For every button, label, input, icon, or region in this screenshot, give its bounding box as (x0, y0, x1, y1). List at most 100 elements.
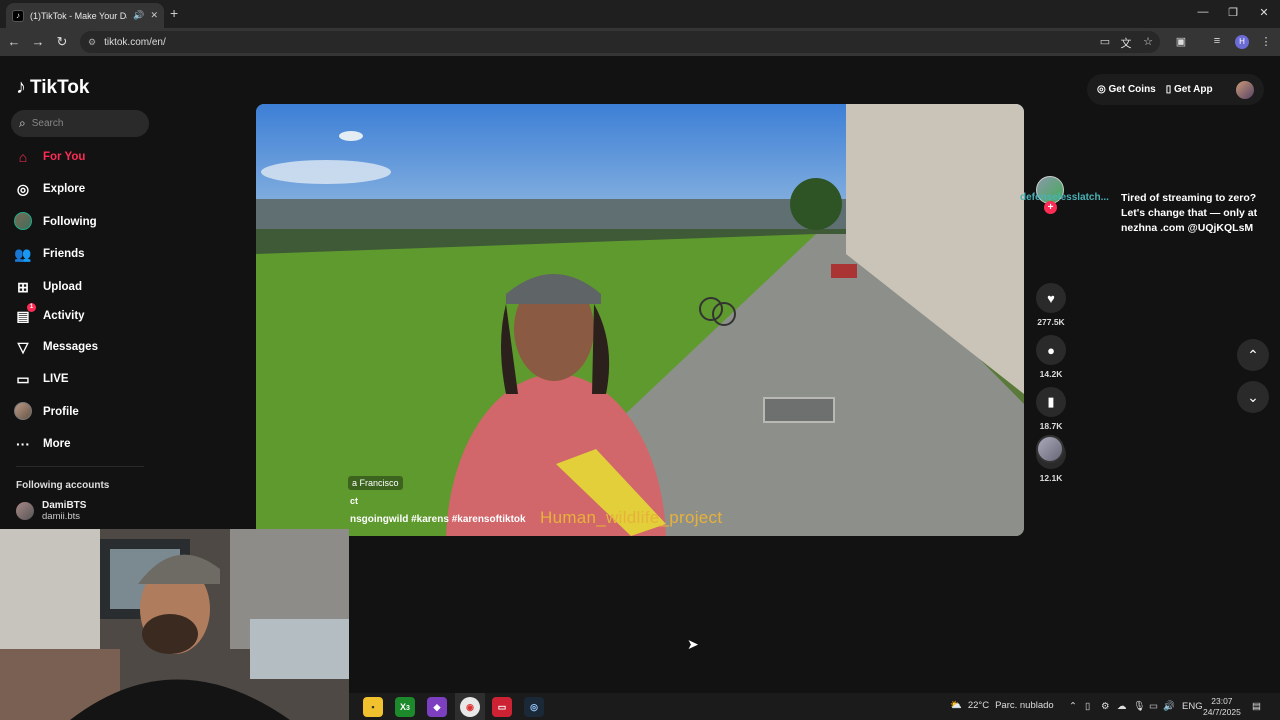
reload-icon[interactable]: ↻ (54, 34, 70, 50)
calendar-app-icon[interactable]: ▭ (492, 697, 512, 717)
app-icon[interactable]: ◆ (427, 697, 447, 717)
sidebar-item-more[interactable]: ··· More (14, 433, 154, 455)
get-app-button[interactable]: ▯ Get App (1166, 84, 1213, 95)
more-icon: ··· (16, 436, 30, 452)
following-account-item[interactable]: DamiBTS damii.bts (16, 500, 86, 522)
user-avatar[interactable] (1236, 80, 1254, 99)
back-icon[interactable]: ← (6, 34, 22, 49)
cloud-icon[interactable]: ☁ (1117, 701, 1127, 712)
search-icon: ⌕ (19, 116, 26, 130)
weather-widget[interactable]: ⛅ 22°C Parc. nublado (950, 700, 1054, 711)
save-count: 18.7K (1039, 421, 1063, 431)
browser-tab[interactable]: ♪ (1)TikTok - Make Your Day 🔊 ✕ (6, 3, 164, 28)
audio-icon[interactable]: 🔊 (133, 10, 144, 21)
save-action[interactable]: ▮ 18.7K (1036, 387, 1066, 431)
extensions-icon[interactable]: ▣ (1174, 35, 1188, 48)
network-icon[interactable]: ▭ (1149, 701, 1158, 712)
webcam-overlay (0, 529, 349, 720)
sidebar-item-explore[interactable]: ◎ Explore (14, 178, 154, 200)
minimize-button[interactable]: — (1188, 6, 1218, 18)
comment-count: 14.2K (1039, 369, 1063, 379)
sidebar-item-following[interactable]: Following (14, 211, 154, 233)
video-overlay-text: Human_wildlife_project (540, 508, 723, 527)
heart-icon[interactable]: ♥ (1036, 283, 1066, 313)
home-icon: ⌂ (18, 149, 28, 165)
webcam-frame (0, 529, 349, 720)
tray-app-icon[interactable]: ▯ (1085, 701, 1090, 712)
tiktok-logo[interactable]: ♪ TikTok (16, 76, 89, 99)
following-accounts-title: Following accounts (16, 480, 110, 491)
sticky-notes-icon[interactable]: ▪ (363, 697, 383, 717)
microphone-icon[interactable]: 🎙 (1133, 701, 1145, 712)
bookmark-star-icon[interactable]: ☆ (1141, 35, 1155, 48)
menu-icon[interactable]: ⋮ (1259, 35, 1273, 48)
video-player[interactable] (256, 104, 1024, 536)
next-video-button[interactable]: ⌄ (1237, 381, 1269, 413)
sidebar-item-profile[interactable]: Profile (14, 401, 154, 423)
previous-video-button[interactable]: ⌃ (1237, 339, 1269, 371)
close-window-button[interactable]: ✕ (1249, 6, 1279, 19)
promo-text: Tired of streaming to zero? Let's change… (1121, 192, 1258, 234)
sidebar-item-activity[interactable]: ▤ 1 Activity (14, 302, 154, 327)
sidebar-item-messages[interactable]: ▽ Messages (14, 336, 154, 358)
activity-badge: 1 (27, 302, 36, 312)
sidebar-divider (16, 466, 144, 467)
header-actions: ◎ Get Coins ▯ Get App (1087, 74, 1264, 105)
steam-icon[interactable]: ◎ (524, 697, 544, 717)
new-tab-button[interactable]: + (170, 5, 178, 21)
xbox-icon[interactable]: X3 (395, 697, 415, 717)
account-name: DamiBTS (42, 500, 87, 511)
weather-desc: Parc. nublado (995, 700, 1054, 711)
like-count: 277.5K (1037, 317, 1065, 327)
site-info-icon[interactable]: ⚙ (88, 37, 96, 48)
browser-toolbar: ← → ↻ ⚙ tiktok.com/en/ ▭ 文 ☆ ▣ ≡ ⋮ (0, 28, 1280, 56)
video-hashtags[interactable]: nsgoingwild #karens #karensoftiktok (350, 514, 526, 525)
search-input[interactable]: ⌕ Search (11, 110, 149, 137)
bookmark-icon[interactable]: ▮ (1036, 387, 1066, 417)
chrome-icon[interactable]: ◉ (460, 697, 480, 717)
tiktok-favicon: ♪ (12, 9, 24, 22)
account-handle: damii.bts (42, 511, 81, 522)
sidebar-item-live[interactable]: ▭ LIVE (14, 368, 154, 390)
settings-tray-icon[interactable]: ⚙ (1101, 701, 1110, 712)
sidebar-item-for-you[interactable]: ⌂ For You (14, 146, 154, 168)
sidebar-item-upload[interactable]: ⊞ Upload (14, 276, 154, 298)
forward-icon[interactable]: → (30, 34, 46, 49)
comment-icon[interactable]: ● (1036, 335, 1066, 365)
creator-name[interactable]: defenselesslatch... (1020, 192, 1109, 203)
language-indicator[interactable]: ENG (1182, 701, 1203, 712)
sidebar-item-friends[interactable]: 👥 Friends (14, 243, 154, 265)
video-location-tag[interactable]: a Francisco (348, 476, 403, 490)
video-frame (256, 104, 1024, 536)
following-avatar (14, 211, 32, 230)
weather-icon: ⛅ (950, 700, 962, 711)
profile-avatar (14, 401, 32, 420)
tab-close-icon[interactable]: ✕ (150, 10, 158, 21)
restore-button[interactable]: ❐ (1218, 6, 1248, 19)
follow-plus-button[interactable]: + (1044, 201, 1057, 214)
browser-tabbar: ♪ (1)TikTok - Make Your Day 🔊 ✕ + — ❐ ✕ (0, 0, 1280, 28)
translate-icon[interactable]: 文 (1119, 35, 1133, 51)
account-avatar (16, 502, 34, 520)
friends-icon: 👥 (14, 245, 32, 262)
tab-title: (1)TikTok - Make Your Day (30, 10, 128, 21)
address-bar[interactable]: ⚙ tiktok.com/en/ (80, 31, 1160, 53)
share-count: 12.1K (1039, 473, 1063, 483)
search-placeholder: Search (31, 118, 64, 129)
weather-temp: 22°C (967, 700, 990, 711)
comment-action[interactable]: ● 14.2K (1036, 335, 1066, 379)
notifications-icon[interactable]: ▤ (1252, 701, 1261, 712)
live-icon: ▭ (16, 370, 30, 387)
compass-icon: ◎ (16, 180, 30, 197)
tray-overflow-icon[interactable]: ⌃ (1069, 701, 1077, 712)
like-action[interactable]: ♥ 277.5K (1036, 283, 1066, 327)
get-coins-button[interactable]: ◎ Get Coins (1097, 84, 1156, 95)
browser-profile-avatar[interactable]: H (1235, 35, 1249, 49)
reading-list-icon[interactable]: ≡ (1210, 35, 1224, 47)
mouse-cursor-icon: ➤ (687, 636, 699, 652)
volume-icon[interactable]: 🔊 (1163, 701, 1175, 712)
sound-avatar[interactable] (1036, 435, 1064, 463)
cast-icon[interactable]: ▭ (1098, 35, 1112, 48)
taskbar-clock[interactable]: 23:07 24/7/2025 (1203, 696, 1241, 718)
video-caption: ct (350, 496, 359, 506)
